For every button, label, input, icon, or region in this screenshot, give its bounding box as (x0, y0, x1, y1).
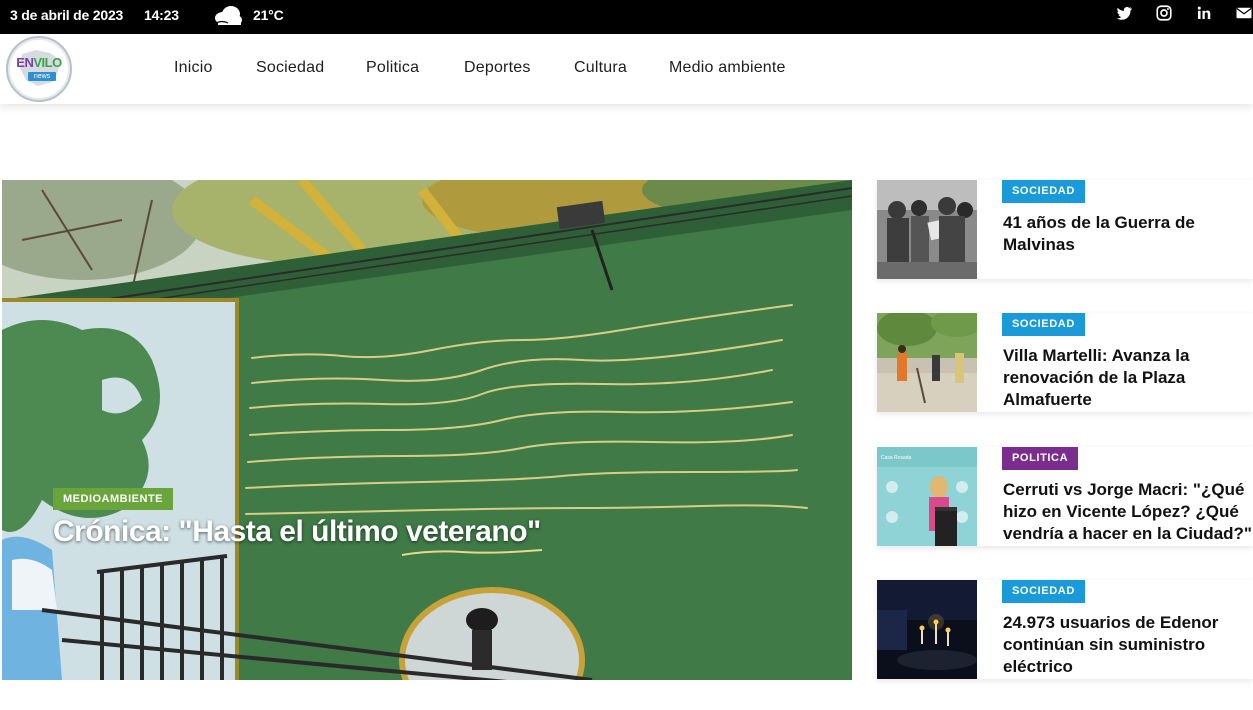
nav-item-sociedad[interactable]: Sociedad (256, 59, 324, 77)
featured-category-badge[interactable]: MEDIOAMBIENTE (53, 488, 173, 510)
featured-article-title[interactable]: Crónica: "Hasta el último veterano" (53, 515, 541, 549)
sidebar-article-card[interactable]: Casa Rosada POLITICA Cerruti vs Jorge Ma… (877, 447, 1253, 546)
nav-item-deportes[interactable]: Deportes (464, 59, 531, 77)
top-bar: 3 de abril de 2023 14:23 21°C (0, 0, 1253, 34)
article-thumbnail[interactable] (877, 313, 977, 412)
article-title[interactable]: Cerruti vs Jorge Macri: "¿Qué hizo en Vi… (1003, 479, 1253, 545)
category-badge[interactable]: SOCIEDAD (1002, 580, 1085, 603)
linkedin-icon[interactable] (1195, 4, 1213, 22)
instagram-icon[interactable] (1155, 4, 1173, 22)
logo-news-label: news (28, 72, 56, 81)
svg-text:Casa Rosada: Casa Rosada (881, 455, 912, 461)
article-title[interactable]: 41 años de la Guerra de Malvinas (1003, 212, 1253, 256)
temperature: 21°C (253, 7, 284, 23)
site-header: ENVILO news Inicio Sociedad Politica Dep… (0, 34, 1253, 104)
sidebar-article-card[interactable]: SOCIEDAD 41 años de la Guerra de Malvina… (877, 180, 1253, 279)
article-thumbnail[interactable] (877, 180, 977, 279)
nav-item-cultura[interactable]: Cultura (574, 59, 627, 77)
cloud-icon (212, 3, 244, 27)
article-title[interactable]: Villa Martelli: Avanza la renovación de … (1003, 345, 1253, 411)
article-thumbnail[interactable]: Casa Rosada (877, 447, 977, 546)
nav-item-politica[interactable]: Politica (366, 59, 419, 77)
logo-wordmark: ENVILO (16, 55, 62, 70)
sidebar-article-card[interactable]: SOCIEDAD 24.973 usuarios de Edenor conti… (877, 580, 1253, 679)
sidebar-article-card[interactable]: SOCIEDAD Villa Martelli: Avanza la renov… (877, 313, 1253, 412)
article-title[interactable]: 24.973 usuarios de Edenor continúan sin … (1003, 612, 1253, 678)
twitter-icon[interactable] (1115, 4, 1133, 22)
category-badge[interactable]: POLITICA (1002, 447, 1079, 470)
article-thumbnail[interactable] (877, 580, 977, 679)
mail-icon[interactable] (1235, 4, 1253, 22)
featured-article[interactable]: MEDIOAMBIENTE Crónica: "Hasta el último … (2, 180, 852, 680)
nav-item-medio-ambiente[interactable]: Medio ambiente (669, 59, 786, 77)
current-time: 14:23 (144, 7, 179, 23)
site-logo[interactable]: ENVILO news (6, 36, 72, 102)
category-badge[interactable]: SOCIEDAD (1002, 180, 1085, 203)
nav-item-inicio[interactable]: Inicio (174, 59, 213, 77)
current-date: 3 de abril de 2023 (10, 7, 124, 23)
category-badge[interactable]: SOCIEDAD (1002, 313, 1085, 336)
featured-article-image (2, 180, 852, 680)
